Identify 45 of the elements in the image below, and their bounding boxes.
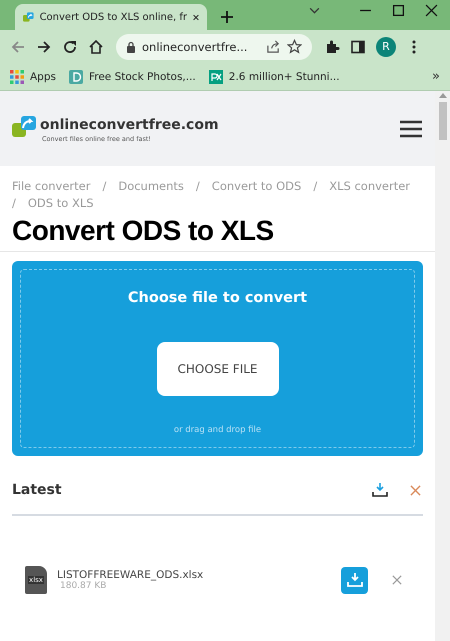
site-name[interactable]: onlineconvertfree.com: [40, 114, 219, 134]
download-all-icon[interactable]: [372, 483, 388, 497]
more-bookmarks-icon[interactable]: »: [432, 69, 440, 84]
site-logo-icon[interactable]: [12, 114, 36, 138]
remove-icon[interactable]: [392, 575, 402, 585]
breadcrumb-separator: /: [196, 178, 200, 195]
latest-heading: Latest: [12, 482, 63, 498]
back-icon[interactable]: [10, 38, 26, 54]
drop-zone[interactable]: Choose file to convert CHOOSE FILE or drag and drop file: [20, 269, 415, 448]
lock-icon: [126, 40, 136, 52]
bookmark[interactable]: Apps: [10, 70, 56, 84]
close-icon[interactable]: [193, 12, 199, 22]
scrollbar-thumb[interactable]: [438, 102, 446, 140]
breadcrumb-separator: /: [12, 195, 16, 212]
puzzle-icon[interactable]: [324, 38, 340, 54]
new-tab-icon[interactable]: [221, 11, 233, 23]
drop-hint: or drag and drop file: [174, 425, 262, 435]
close-icon[interactable]: [425, 4, 438, 17]
bookmark-favicon-icon: [208, 70, 223, 84]
bookmark[interactable]: Free Stock Photos,...: [68, 70, 196, 84]
download-button[interactable]: [341, 566, 368, 594]
choose-file-button[interactable]: CHOOSE FILE: [156, 342, 278, 396]
profile-avatar[interactable]: R: [376, 36, 396, 56]
reload-icon[interactable]: [62, 38, 78, 54]
bookmark[interactable]: 2.6 million+ Stunni...: [208, 70, 340, 84]
home-icon[interactable]: [88, 38, 104, 54]
side-panel-icon[interactable]: [350, 38, 366, 54]
apps-grid-icon: [10, 70, 24, 84]
share-icon[interactable]: [266, 39, 281, 54]
star-icon[interactable]: [287, 39, 302, 54]
file-name: LISTOFFREEWARE_ODS.xlsx: [57, 569, 204, 581]
breadcrumb-separator: /: [313, 178, 318, 195]
tab-title: Convert ODS to XLS online, fr: [40, 12, 188, 22]
upload-heading: Choose file to convert: [128, 290, 308, 306]
forward-icon[interactable]: [36, 38, 52, 54]
clear-all-icon[interactable]: [410, 484, 421, 496]
breadcrumb-separator: /: [102, 178, 106, 195]
page-title: Convert ODS to XLS: [12, 214, 275, 248]
download-icon: [346, 573, 362, 587]
bookmark-favicon-icon: [68, 70, 83, 84]
address-bar[interactable]: onlineconvertfre...: [116, 34, 312, 60]
file-size: 180.87 KB: [60, 581, 108, 591]
menu-icon[interactable]: [400, 120, 422, 138]
browser-tab[interactable]: Convert ODS to XLS online, fr: [15, 4, 207, 30]
maximize-icon[interactable]: [392, 4, 405, 17]
